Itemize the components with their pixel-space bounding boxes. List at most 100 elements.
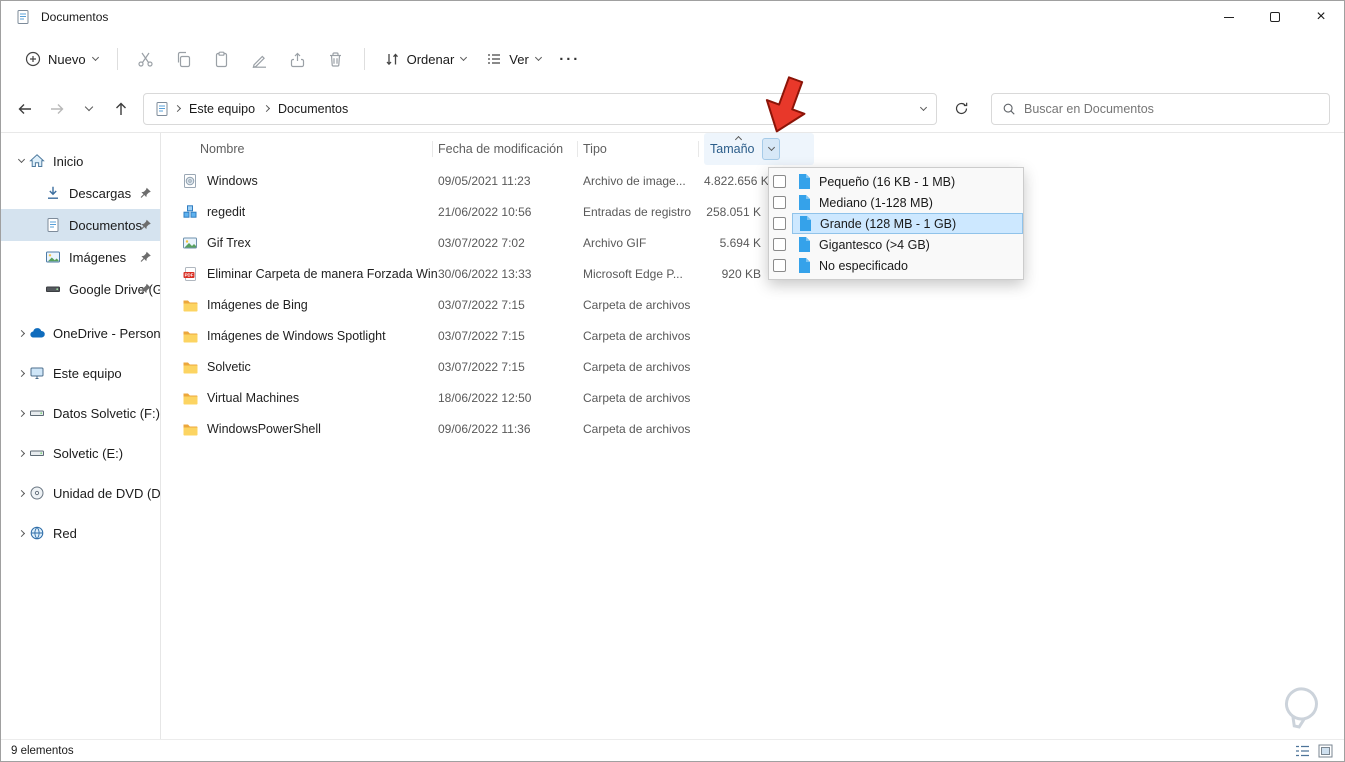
- share-button[interactable]: [279, 42, 317, 76]
- column-header-fecha[interactable]: Fecha de modificación: [432, 133, 583, 165]
- sidebar-item-datos-solvetic[interactable]: Datos Solvetic (F:): [1, 393, 160, 433]
- minimize-button[interactable]: [1206, 1, 1252, 33]
- column-header-nombre[interactable]: Nombre: [182, 133, 438, 165]
- size-filter-checkbox[interactable]: [773, 217, 786, 230]
- file-list: Nombre Fecha de modificación Tipo Tamaño…: [161, 133, 1344, 739]
- arrow-left-icon: [18, 103, 31, 114]
- file-row[interactable]: Virtual Machines 18/06/2022 12:50 Carpet…: [161, 382, 1344, 413]
- file-name: Eliminar Carpeta de manera Forzada Win..…: [207, 266, 438, 281]
- paste-button[interactable]: [203, 42, 241, 76]
- sort-button[interactable]: Ordenar: [374, 44, 477, 74]
- menu-item-mediano[interactable]: Mediano (1-128 MB): [769, 192, 1023, 213]
- menu-item-gigantesco[interactable]: Gigantesco (>4 GB): [769, 234, 1023, 255]
- sidebar-item-label: Documentos: [69, 217, 142, 233]
- file-name: Windows: [207, 173, 258, 188]
- column-header-label: Tamaño: [710, 142, 755, 156]
- size-filter-checkbox[interactable]: [773, 259, 786, 272]
- file-type: Archivo GIF: [583, 235, 647, 250]
- items-count: 9 elementos: [11, 744, 74, 757]
- up-button[interactable]: [105, 93, 137, 125]
- file-row[interactable]: Gif Trex 03/07/2022 7:02 Archivo GIF 5.6…: [161, 227, 1344, 258]
- file-row[interactable]: Imágenes de Windows Spotlight 03/07/2022…: [161, 320, 1344, 351]
- blue-file-icon: [798, 257, 811, 274]
- refresh-button[interactable]: [945, 93, 977, 125]
- address-dropdown-icon[interactable]: [919, 103, 928, 111]
- menu-item-pequeno[interactable]: Pequeño (16 KB - 1 MB): [769, 171, 1023, 192]
- size-filter-checkbox[interactable]: [773, 238, 786, 251]
- computer-icon: [29, 365, 45, 381]
- view-button-label: Ver: [509, 51, 529, 67]
- size-filter-dropdown-button[interactable]: [762, 138, 781, 160]
- new-button[interactable]: Nuevo: [15, 44, 108, 74]
- column-header-tipo[interactable]: Tipo: [577, 133, 704, 165]
- recent-locations-button[interactable]: [73, 93, 105, 125]
- file-row[interactable]: PDF Eliminar Carpeta de manera Forzada Wi…: [161, 258, 1344, 289]
- forward-button[interactable]: [41, 93, 73, 125]
- sidebar-item-imagenes[interactable]: Imágenes: [1, 241, 160, 273]
- file-row[interactable]: Imágenes de Bing 03/07/2022 7:15 Carpeta…: [161, 289, 1344, 320]
- file-date: 03/07/2022 7:15: [438, 359, 525, 374]
- minimize-icon: [1224, 16, 1234, 18]
- view-button[interactable]: Ver: [476, 44, 551, 74]
- file-size: 4.822.656 K: [704, 173, 769, 188]
- breadcrumb-documentos[interactable]: Documentos: [274, 102, 352, 116]
- sidebar-item-unidad-dvd[interactable]: Unidad de DVD (D:): [1, 473, 160, 513]
- rename-button[interactable]: [241, 42, 279, 76]
- chevron-down-icon: [84, 102, 94, 112]
- folder-icon: [182, 297, 198, 313]
- search-input[interactable]: [1024, 101, 1319, 116]
- address-bar[interactable]: Este equipo Documentos: [143, 92, 937, 125]
- file-row[interactable]: regedit 21/06/2022 10:56 Entradas de reg…: [161, 196, 1344, 227]
- sidebar-item-onedrive[interactable]: OneDrive - Personal: [1, 313, 160, 353]
- file-name: Gif Trex: [207, 235, 251, 250]
- sidebar-item-este-equipo[interactable]: Este equipo: [1, 353, 160, 393]
- file-type: Entradas de registro: [583, 204, 692, 219]
- sidebar-item-google-drive[interactable]: Google Drive (G:: [1, 273, 160, 305]
- copy-button[interactable]: [165, 42, 203, 76]
- more-options-button[interactable]: ···: [551, 42, 589, 76]
- menu-item-label: Grande (128 MB - 1 GB): [820, 216, 957, 231]
- disc-image-icon: [182, 173, 198, 189]
- file-row[interactable]: Windows 09/05/2021 11:23 Archivo de imag…: [161, 165, 1344, 196]
- maximize-button[interactable]: [1252, 1, 1298, 33]
- details-view-icon[interactable]: [1294, 743, 1311, 759]
- sidebar-item-inicio[interactable]: Inicio: [1, 145, 160, 177]
- column-headers: Nombre Fecha de modificación Tipo Tamaño: [161, 133, 1344, 165]
- sidebar-item-red[interactable]: Red: [1, 513, 160, 553]
- network-icon: [29, 525, 45, 541]
- file-name: regedit: [207, 204, 246, 219]
- sidebar-item-descargas[interactable]: Descargas: [1, 177, 160, 209]
- menu-item-grande[interactable]: Grande (128 MB - 1 GB): [769, 213, 1023, 234]
- search-box[interactable]: [991, 92, 1330, 125]
- copy-icon: [177, 51, 191, 67]
- sidebar-item-documentos[interactable]: Documentos: [1, 209, 160, 241]
- breadcrumb-este-equipo[interactable]: Este equipo: [185, 102, 259, 116]
- refresh-icon: [955, 102, 967, 115]
- chevron-right-icon: [17, 409, 25, 417]
- file-row[interactable]: WindowsPowerShell 09/06/2022 11:36 Carpe…: [161, 413, 1344, 444]
- back-button[interactable]: [9, 93, 41, 125]
- size-filter-checkbox[interactable]: [773, 175, 786, 188]
- menu-item-no-especificado[interactable]: No especificado: [769, 255, 1023, 276]
- rename-icon: [252, 55, 267, 68]
- sidebar-item-label: Inicio: [53, 153, 84, 169]
- file-date: 09/05/2021 11:23: [438, 173, 531, 188]
- delete-button[interactable]: [317, 42, 355, 76]
- navigation-pane: Inicio Descargas Documentos Imágenes Goo…: [1, 133, 161, 739]
- sidebar-item-label: Imágenes: [69, 249, 127, 265]
- size-filter-checkbox[interactable]: [773, 196, 786, 209]
- file-row[interactable]: Solvetic 03/07/2022 7:15 Carpeta de arch…: [161, 351, 1344, 382]
- sidebar-item-label: Red: [53, 525, 77, 541]
- share-icon: [290, 52, 305, 67]
- sidebar-item-solvetic[interactable]: Solvetic (E:): [1, 433, 160, 473]
- file-explorer-window: Documentos × Nuevo Ordenar Ver ··· Este …: [0, 0, 1345, 762]
- large-icons-view-icon[interactable]: [1317, 743, 1334, 759]
- pictures-icon: [45, 249, 61, 265]
- file-type: Carpeta de archivos: [583, 297, 691, 312]
- column-header-label: Tipo: [583, 142, 607, 156]
- close-button[interactable]: ×: [1298, 1, 1344, 33]
- cut-button[interactable]: [127, 42, 165, 76]
- pin-icon: [139, 219, 152, 232]
- svg-text:PDF: PDF: [185, 272, 194, 277]
- column-header-label: Fecha de modificación: [438, 142, 564, 156]
